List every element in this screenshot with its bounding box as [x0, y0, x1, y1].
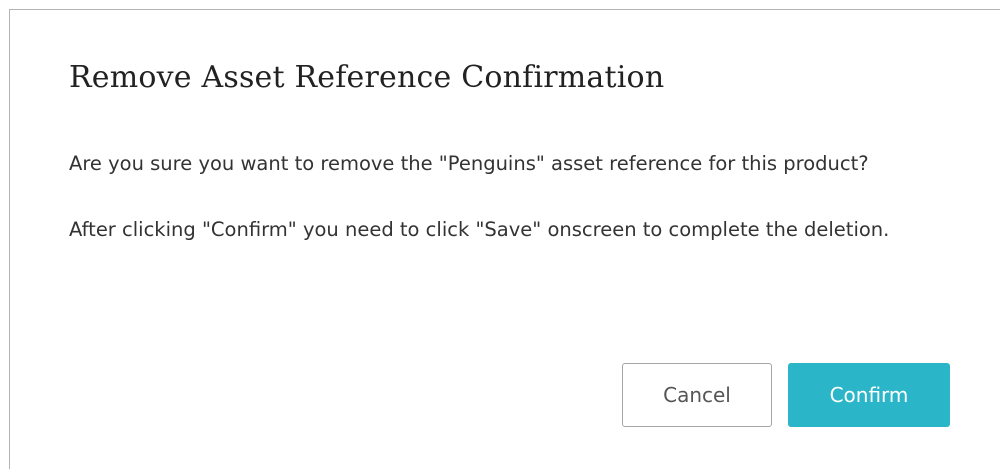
remove-asset-reference-dialog: Remove Asset Reference Confirmation Are … — [9, 9, 1000, 469]
confirmation-message: Are you sure you want to remove the "Pen… — [69, 152, 869, 175]
confirm-button[interactable]: Confirm — [788, 363, 950, 427]
dialog-title: Remove Asset Reference Confirmation — [69, 60, 665, 95]
save-instruction: After clicking "Confirm" you need to cli… — [69, 218, 890, 241]
dialog-body: Are you sure you want to remove the "Pen… — [69, 147, 949, 246]
cancel-button[interactable]: Cancel — [622, 363, 772, 427]
